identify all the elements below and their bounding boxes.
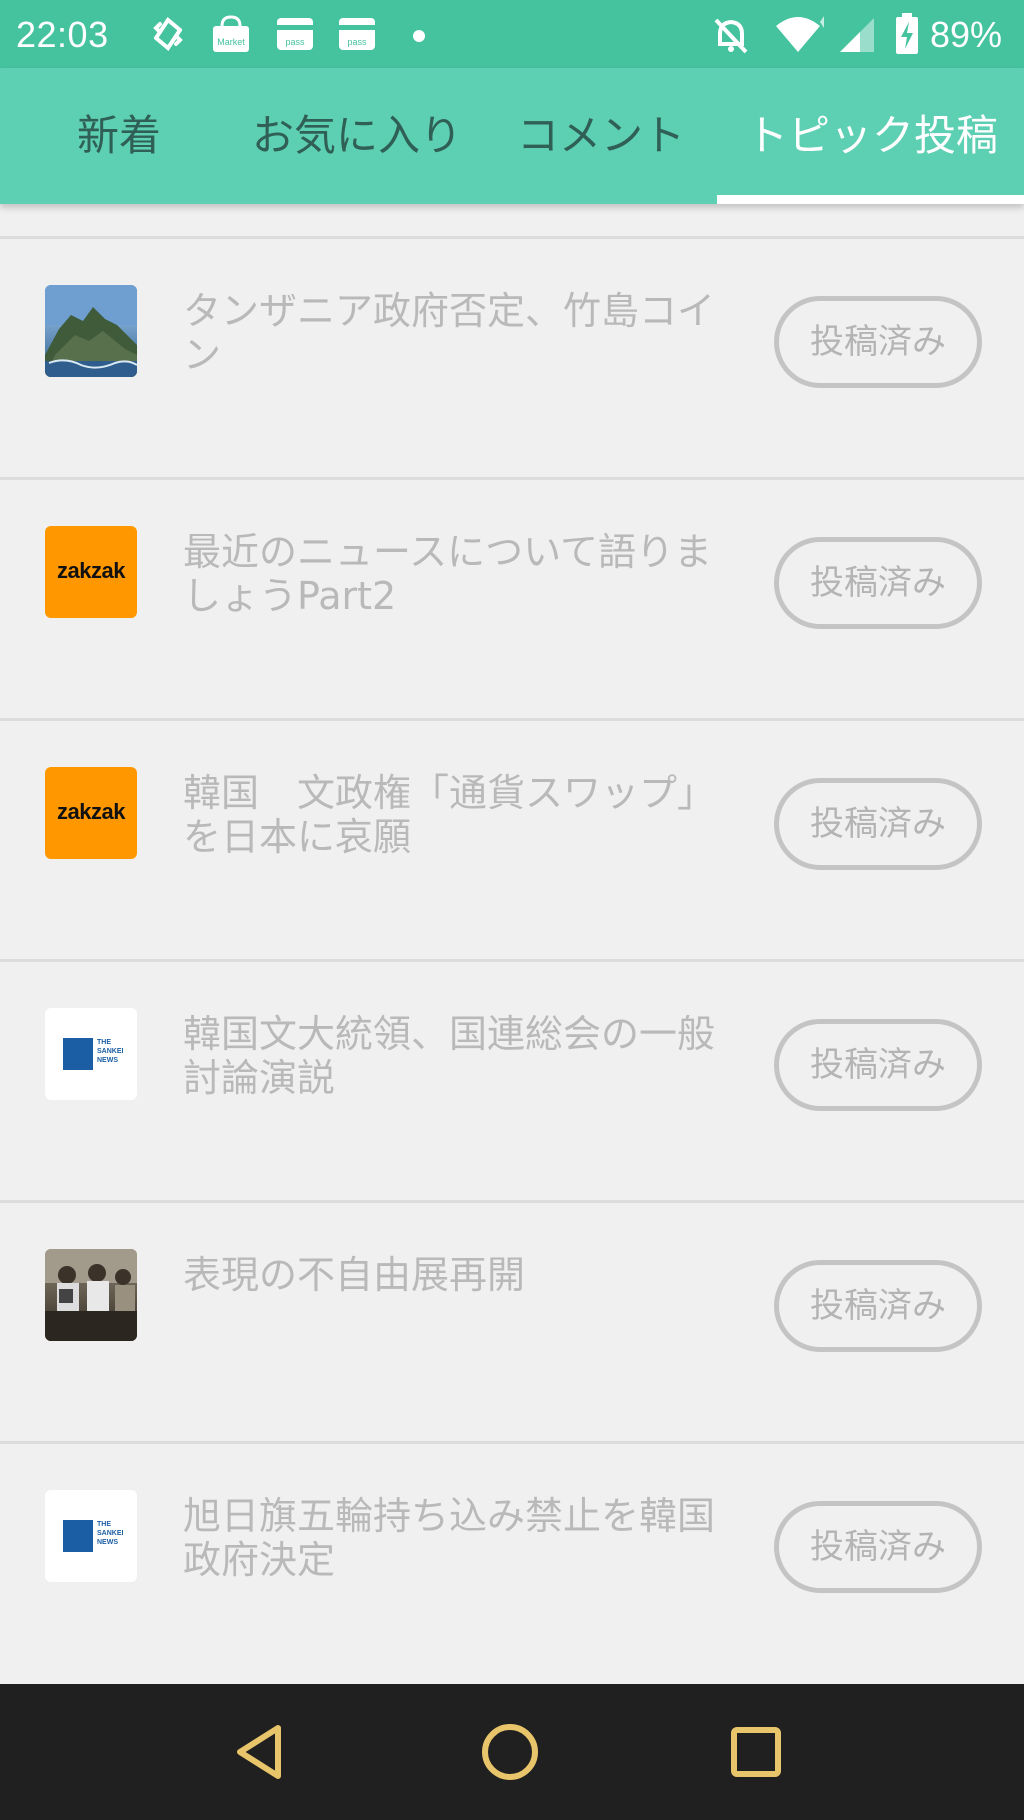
sankei-logo: THE SANKEI NEWS (45, 1490, 137, 1582)
topic-title[interactable]: 表現の不自由展再開 (183, 1253, 743, 1297)
battery-charging-icon (894, 12, 920, 60)
home-icon[interactable] (480, 1722, 540, 1786)
posted-button[interactable]: 投稿済み (774, 1019, 982, 1111)
topic-title[interactable]: 旭日旗五輪持ち込み禁止を韓国政府決定 (183, 1494, 743, 1582)
market-icon: Market (210, 14, 252, 58)
dot-icon (412, 28, 426, 47)
status-bar: 22:03 Market pass pass 89% (0, 0, 1024, 68)
wifi-icon (774, 14, 826, 58)
list-item[interactable]: タンザニア政府否定、竹島コイン 投稿済み (0, 239, 1024, 477)
zakzak-logo-text: zakzak (57, 799, 125, 824)
posted-button[interactable]: 投稿済み (774, 1501, 982, 1593)
topic-title[interactable]: 最近のニュースについて語りましょうPart2 (183, 530, 743, 618)
sync-icon (146, 12, 190, 60)
active-tab-indicator (717, 195, 1024, 204)
back-icon[interactable] (230, 1722, 290, 1786)
svg-text:Market: Market (217, 37, 245, 47)
topic-title[interactable]: タンザニア政府否定、竹島コイン (183, 289, 743, 377)
topic-title[interactable]: 韓国 文政権「通貨スワップ」を日本に哀願 (183, 771, 743, 859)
list-item[interactable]: 表現の不自由展再開 投稿済み (0, 1203, 1024, 1441)
zakzak-logo-text: zakzak (57, 558, 125, 583)
tab-comments[interactable]: コメント (476, 68, 726, 204)
sankei-logo-text: THE SANKEI NEWS (97, 1521, 124, 1546)
svg-text:pass: pass (347, 37, 367, 47)
list-item[interactable]: THE SANKEI NEWS 韓国文大統領、国連総会の一般討論演説 投稿済み (0, 962, 1024, 1200)
list-item[interactable]: zakzak 韓国 文政権「通貨スワップ」を日本に哀願 投稿済み (0, 721, 1024, 959)
sankei-logo-mark (63, 1038, 93, 1070)
recents-icon[interactable] (726, 1722, 786, 1786)
topic-thumbnail (45, 1249, 137, 1341)
battery-percent: 89% (930, 14, 1003, 55)
status-time: 22:03 (16, 14, 109, 55)
list-item[interactable]: THE SANKEI NEWS 旭日旗五輪持ち込み禁止を韓国政府決定 投稿済み (0, 1444, 1024, 1682)
tab-bar: 新着 お気に入り コメント トピック投稿 (0, 68, 1024, 204)
svg-text:pass: pass (285, 37, 305, 47)
pass-icon: pass (274, 16, 316, 56)
zakzak-logo: zakzak (45, 526, 137, 618)
tab-new[interactable]: 新着 (0, 68, 238, 204)
posted-button[interactable]: 投稿済み (774, 1260, 982, 1352)
tab-topic-posts[interactable]: トピック投稿 (726, 68, 1018, 204)
signal-icon (838, 14, 878, 58)
topic-title[interactable]: 韓国文大統領、国連総会の一般討論演説 (183, 1012, 743, 1100)
pass-icon: pass (336, 16, 378, 56)
sankei-logo-mark (63, 1520, 93, 1552)
tab-favorites[interactable]: お気に入り (238, 68, 476, 204)
list-item[interactable]: zakzak 最近のニュースについて語りましょうPart2 投稿済み (0, 480, 1024, 718)
zakzak-logo: zakzak (45, 767, 137, 859)
posted-button[interactable]: 投稿済み (774, 537, 982, 629)
bell-off-icon (710, 14, 752, 60)
posted-button[interactable]: 投稿済み (774, 296, 982, 388)
posted-button[interactable]: 投稿済み (774, 778, 982, 870)
sankei-logo: THE SANKEI NEWS (45, 1008, 137, 1100)
sankei-logo-text: THE SANKEI NEWS (97, 1039, 124, 1064)
topic-thumbnail (45, 285, 137, 377)
navigation-bar (0, 1684, 1024, 1820)
